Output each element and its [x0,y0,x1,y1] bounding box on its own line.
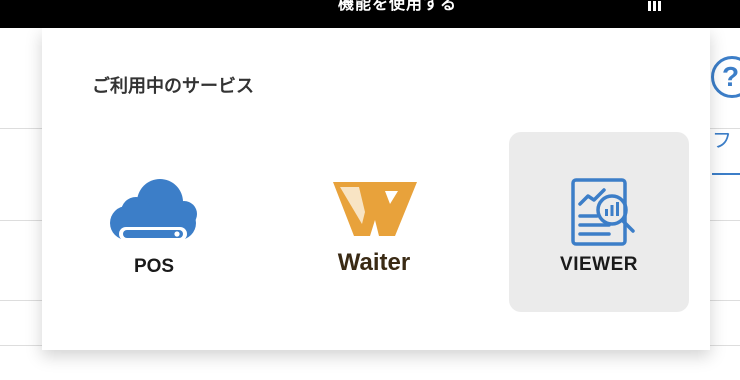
help-icon[interactable]: ? [711,56,740,98]
popup-title: ご利用中のサービス [92,76,254,97]
service-pos[interactable]: POS [64,132,244,312]
viewer-report-icon [571,178,635,246]
service-waiter[interactable]: Waiter [286,132,466,312]
top-bar-text: 機能を使用する [338,0,458,13]
tab-underline [712,173,740,175]
waiter-logo-icon [333,182,417,236]
menu-icon[interactable] [648,0,664,11]
service-label: VIEWER [560,254,638,275]
top-bar: 機能を使用する [0,0,740,28]
tab-partial[interactable]: フ [712,124,740,153]
service-label: POS [133,256,175,277]
cloud-pos-icon [110,179,197,241]
service-viewer[interactable]: VIEWER [509,132,689,312]
services-popup: ご利用中のサービス POS Waiter VIEWER [42,28,710,350]
service-label: Waiter [337,249,411,276]
